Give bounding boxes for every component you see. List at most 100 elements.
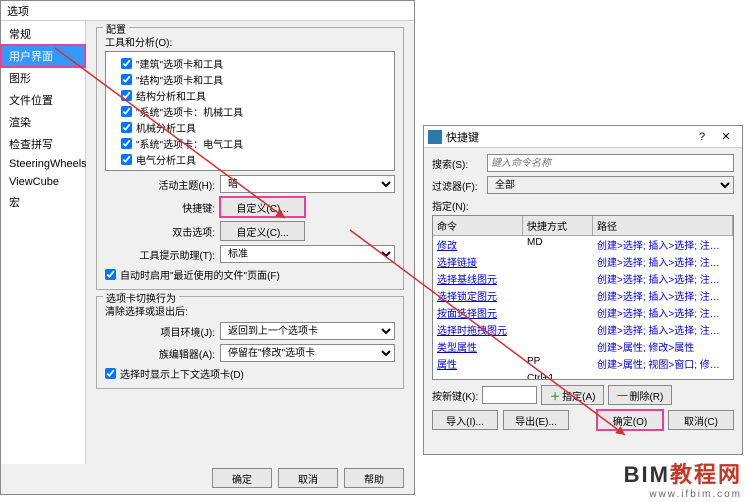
- dblclick-customize-button[interactable]: 自定义(C)...: [220, 221, 305, 241]
- projenv-select[interactable]: 返回到上一个选项卡: [220, 322, 395, 340]
- sidebar-item-3[interactable]: 文件位置: [1, 89, 85, 111]
- table-row[interactable]: 选择链接 创建>选择; 插入>选择; 注释>选...: [433, 253, 733, 270]
- filter-select[interactable]: 全部: [487, 176, 734, 194]
- grid-header: 命令 快捷方式 路径: [433, 216, 733, 236]
- hotkeys-cancel-button[interactable]: 取消(C): [668, 410, 734, 430]
- tool-item[interactable]: "结构"选项卡和工具: [109, 72, 391, 87]
- hotkeys-grid[interactable]: 命令 快捷方式 路径 修改MD创建>选择; 插入>选择; 注释>选...选择链接…: [432, 215, 734, 380]
- options-help-button[interactable]: 帮助: [344, 468, 404, 488]
- auto-recent-checkbox[interactable]: [105, 269, 116, 280]
- remove-key-button[interactable]: —删除(R): [608, 385, 672, 405]
- table-row[interactable]: 修改MD创建>选择; 插入>选择; 注释>选...: [433, 236, 733, 253]
- hotkeys-window: 快捷键 ? ✕ 搜索(S): 过滤器(F): 全部 指定(N): 命令 快捷方式…: [423, 125, 743, 455]
- sidebar-item-7[interactable]: ViewCube: [1, 173, 85, 191]
- cell-key: PP: [523, 355, 593, 372]
- cell-cmd: 按面选择图元: [433, 304, 523, 321]
- family-editor-select[interactable]: 停留在"修改"选项卡: [220, 344, 395, 362]
- show-context-tab-checkbox[interactable]: [105, 368, 116, 379]
- help-icon[interactable]: ?: [690, 131, 714, 143]
- table-row[interactable]: 选择锁定图元创建>选择; 插入>选择; 注释>选...: [433, 287, 733, 304]
- newkey-input[interactable]: [482, 386, 537, 404]
- app-icon: [428, 130, 442, 144]
- tool-item[interactable]: 电气分析工具: [109, 152, 391, 167]
- hotkey-label: 快捷键:: [105, 200, 220, 215]
- options-cancel-button[interactable]: 取消: [278, 468, 338, 488]
- cell-cmd: 选择时拖拽图元: [433, 321, 523, 338]
- cell-path: 创建>选择; 插入>选择; 注释>选...: [593, 321, 733, 338]
- tabswitch-group-label: 选项卡切换行为: [103, 290, 179, 305]
- filter-label: 过滤器(F):: [432, 178, 487, 193]
- cell-path: 创建>属性; 视图>窗口; 修改>属...: [593, 355, 733, 372]
- tooltip-assist-label: 工具提示助理(T):: [105, 247, 220, 262]
- tool-label: 机械分析工具: [136, 120, 196, 135]
- table-row[interactable]: 属性PP创建>属性; 视图>窗口; 修改>属...: [433, 355, 733, 372]
- active-theme-select[interactable]: 暗: [220, 175, 395, 193]
- table-row[interactable]: 选择基线图元 创建>选择; 插入>选择; 注释>选...: [433, 270, 733, 287]
- tools-label: 工具和分析(O):: [105, 34, 395, 49]
- options-ok-button[interactable]: 确定: [212, 468, 272, 488]
- tool-item[interactable]: "系统"选项卡：电气工具: [109, 136, 391, 151]
- projenv-label: 项目环境(J):: [105, 324, 220, 339]
- tool-item[interactable]: "系统"选项卡：机械工具: [109, 104, 391, 119]
- cell-key: [523, 321, 593, 338]
- customize-hotkeys-button[interactable]: 自定义(C)...: [220, 197, 305, 217]
- tool-checkbox[interactable]: [121, 58, 132, 69]
- tool-checkbox[interactable]: [121, 154, 132, 165]
- assign-label: 指定(N):: [432, 198, 734, 213]
- cell-key: Ctrl+1: [523, 372, 593, 380]
- cell-key: [523, 253, 593, 270]
- search-input[interactable]: [487, 154, 734, 172]
- tool-checkbox[interactable]: [121, 170, 132, 171]
- export-button[interactable]: 导出(E)...: [503, 410, 569, 430]
- cell-cmd: 选择链接: [433, 253, 523, 270]
- hotkeys-titlebar: 快捷键 ? ✕: [424, 126, 742, 148]
- cell-cmd: 选择基线图元: [433, 270, 523, 287]
- auto-recent-label: 自动时启用"最近使用的文件"页面(F): [120, 267, 280, 282]
- sidebar-item-5[interactable]: 检查拼写: [1, 133, 85, 155]
- cell-key: [523, 304, 593, 321]
- options-window: 选项 常规用户界面图形文件位置渲染检查拼写SteeringWheelsViewC…: [0, 0, 415, 495]
- tabswitch-group: 选项卡切换行为 清除选择或退出后: 项目环境(J): 返回到上一个选项卡 族编辑…: [96, 296, 404, 389]
- sidebar-item-4[interactable]: 渲染: [1, 111, 85, 133]
- table-row[interactable]: 选择时拖拽图元 创建>选择; 插入>选择; 注释>选...: [433, 321, 733, 338]
- tool-item[interactable]: "系统"选项卡：管道工具: [109, 168, 391, 171]
- sidebar-item-2[interactable]: 图形: [1, 67, 85, 89]
- tooltip-assist-select[interactable]: 标准: [220, 245, 395, 263]
- sidebar-item-6[interactable]: SteeringWheels: [1, 155, 85, 173]
- tool-checkbox[interactable]: [121, 74, 132, 85]
- tool-label: "系统"选项卡：机械工具: [136, 104, 243, 119]
- tool-checkbox[interactable]: [121, 90, 132, 101]
- cell-path: 创建>选择; 插入>选择; 注释>选...: [593, 270, 733, 287]
- col-command[interactable]: 命令: [433, 216, 523, 235]
- table-row[interactable]: Ctrl+1: [433, 372, 733, 380]
- hotkeys-title: 快捷键: [446, 129, 690, 145]
- tool-item[interactable]: 结构分析和工具: [109, 88, 391, 103]
- col-path[interactable]: 路径: [593, 216, 733, 235]
- options-dialog-buttons: 确定 取消 帮助: [212, 468, 404, 488]
- col-shortcut[interactable]: 快捷方式: [523, 216, 593, 235]
- config-group-label: 配置: [103, 21, 129, 36]
- close-icon[interactable]: ✕: [714, 130, 738, 143]
- cell-path: 创建>选择; 插入>选择; 注释>选...: [593, 287, 733, 304]
- cell-cmd: 属性: [433, 355, 523, 372]
- options-main-panel: 配置 工具和分析(O): "建筑"选项卡和工具"结构"选项卡和工具结构分析和工具…: [86, 21, 414, 464]
- tools-tree[interactable]: "建筑"选项卡和工具"结构"选项卡和工具结构分析和工具"系统"选项卡：机械工具机…: [105, 51, 395, 171]
- tool-checkbox[interactable]: [121, 122, 132, 133]
- sidebar-item-8[interactable]: 宏: [1, 191, 85, 213]
- assign-key-button[interactable]: ＋指定(A): [541, 385, 604, 405]
- tool-checkbox[interactable]: [121, 106, 132, 117]
- tool-checkbox[interactable]: [121, 138, 132, 149]
- sidebar-item-1[interactable]: 用户界面: [1, 45, 85, 67]
- show-context-tab-label: 选择时显示上下文选项卡(D): [120, 366, 244, 381]
- table-row[interactable]: 按面选择图元创建>选择; 插入>选择; 注释>选...: [433, 304, 733, 321]
- sidebar-item-0[interactable]: 常规: [1, 23, 85, 45]
- cell-cmd: 类型属性: [433, 338, 523, 355]
- cell-path: 创建>选择; 插入>选择; 注释>选...: [593, 253, 733, 270]
- tool-label: "建筑"选项卡和工具: [136, 56, 223, 71]
- clearsel-label: 清除选择或退出后:: [105, 303, 395, 318]
- tool-item[interactable]: "建筑"选项卡和工具: [109, 56, 391, 71]
- hotkeys-ok-button[interactable]: 确定(O): [597, 410, 663, 430]
- table-row[interactable]: 类型属性创建>属性; 修改>属性: [433, 338, 733, 355]
- import-button[interactable]: 导入(I)...: [432, 410, 498, 430]
- tool-item[interactable]: 机械分析工具: [109, 120, 391, 135]
